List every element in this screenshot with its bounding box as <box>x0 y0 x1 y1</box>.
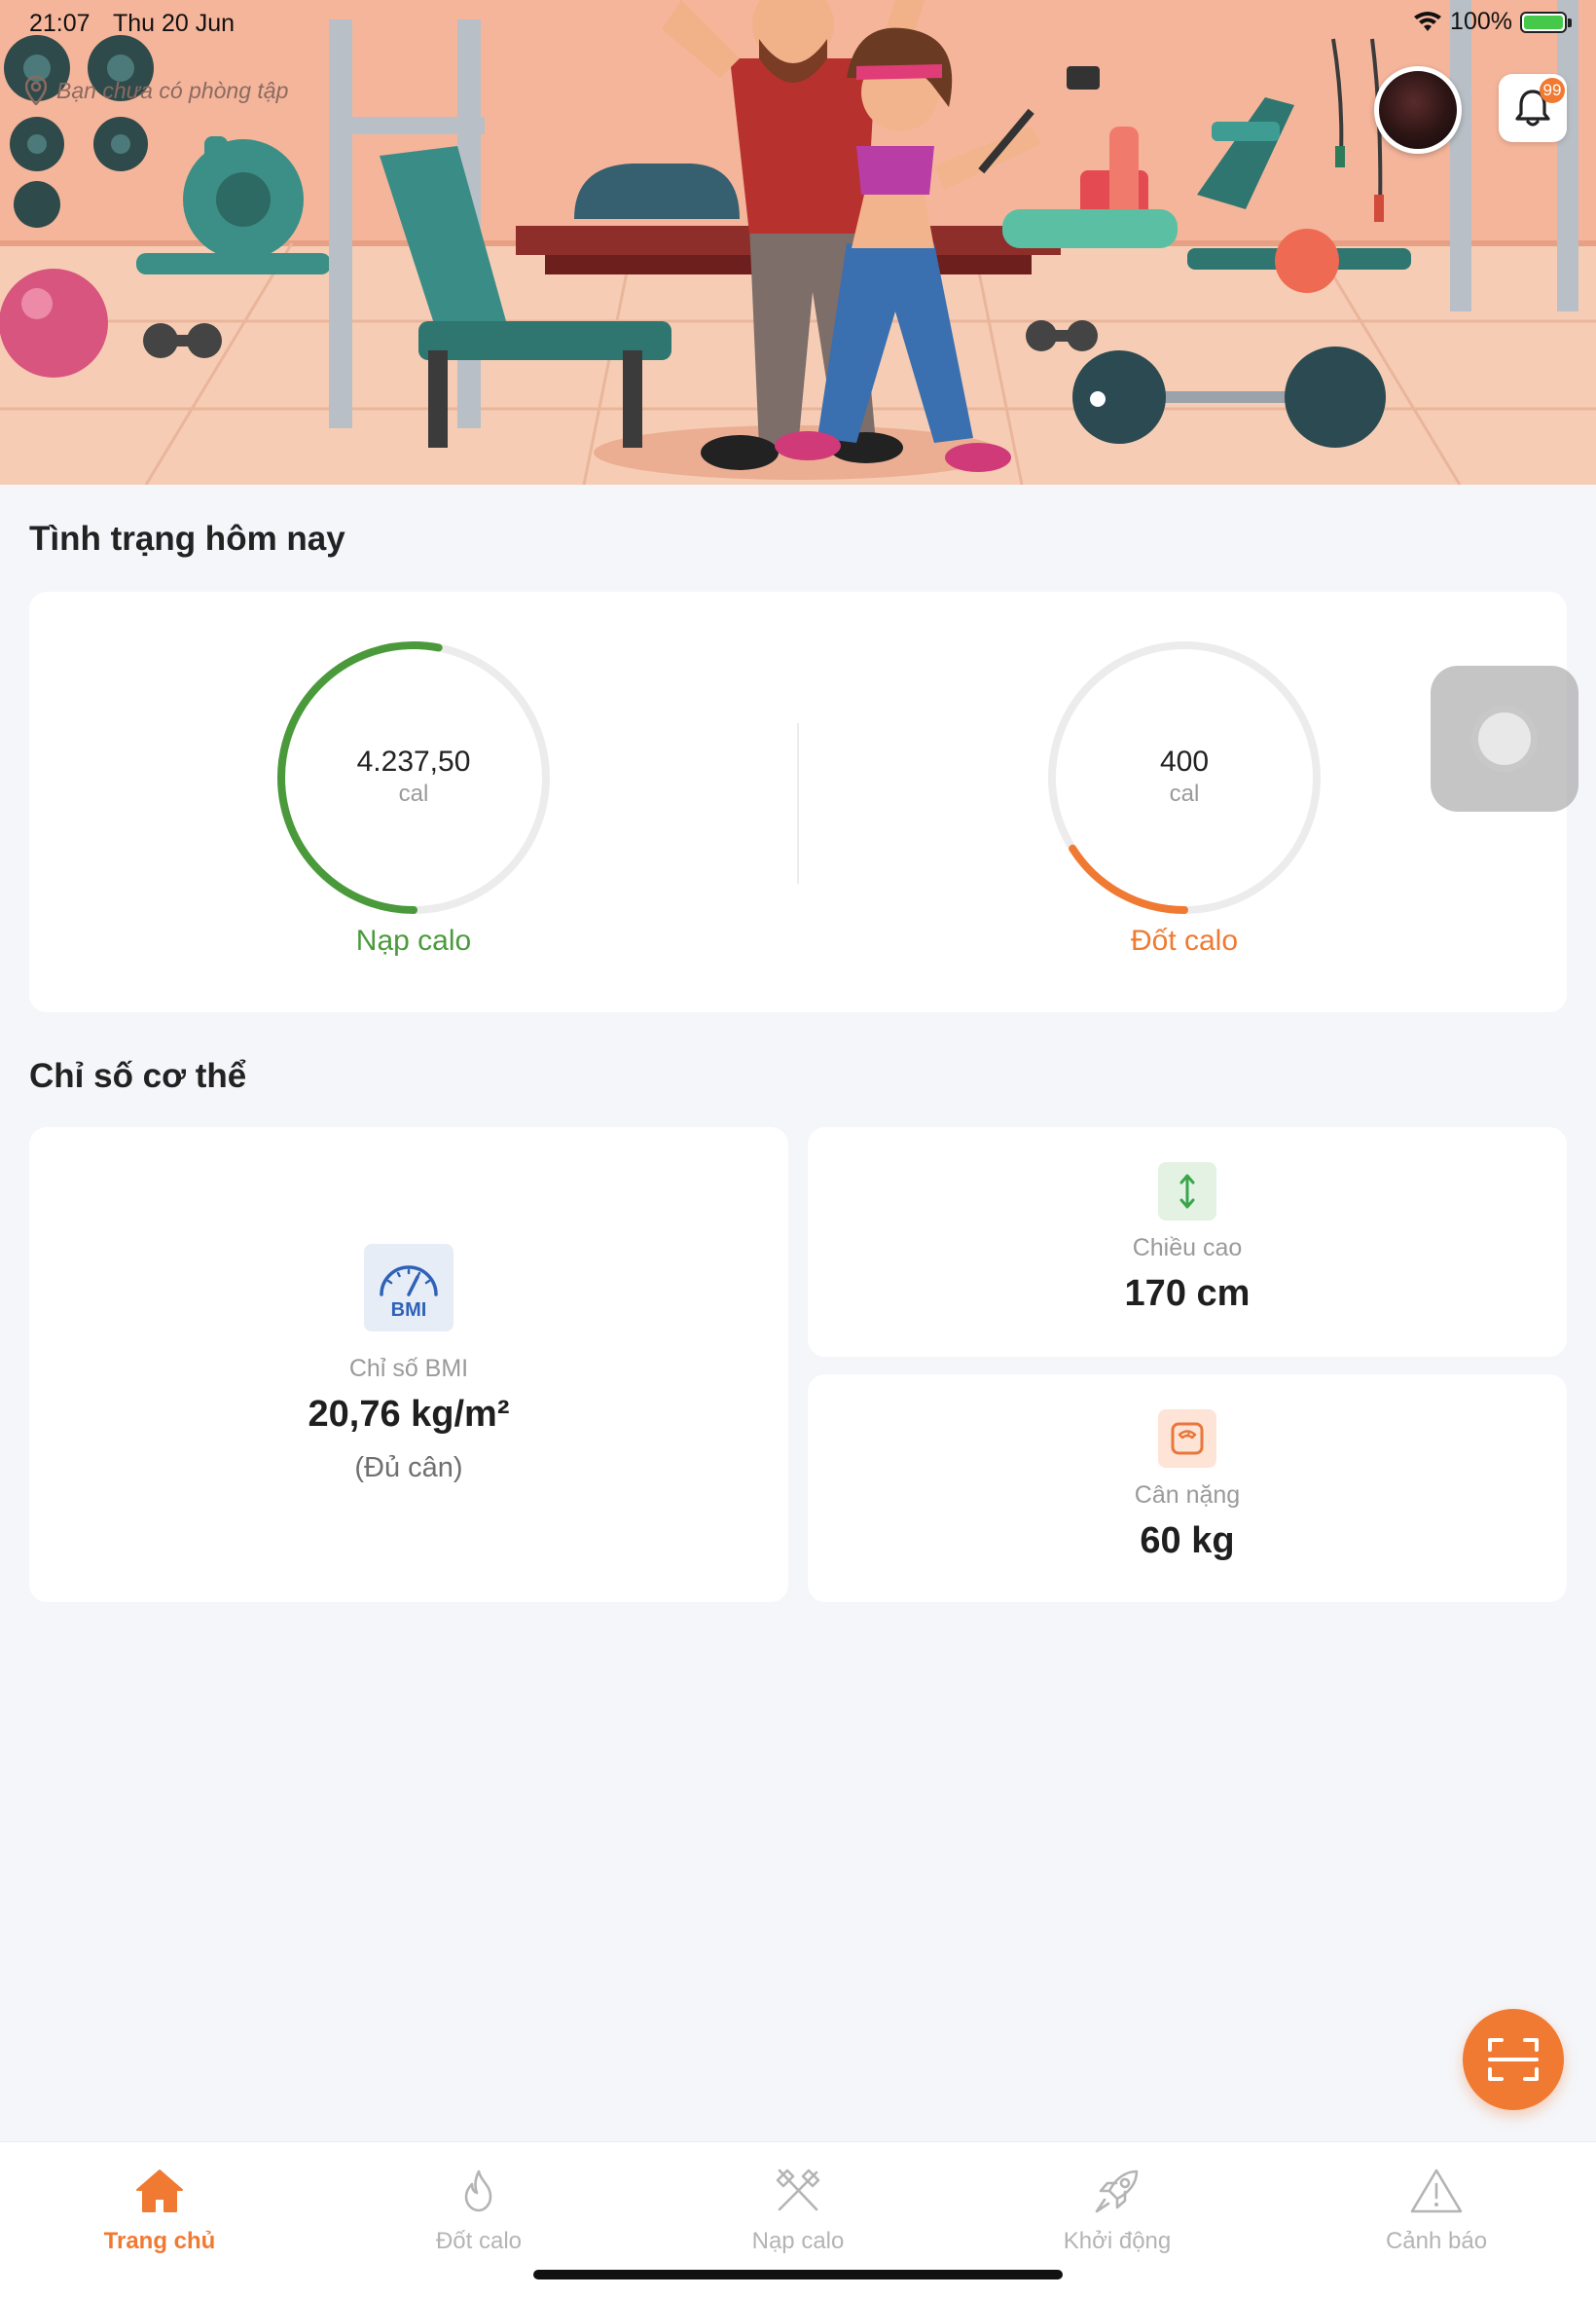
today-section-title: Tình trạng hôm nay <box>29 520 345 558</box>
nav-item-intake[interactable]: Nạp calo <box>638 2162 958 2255</box>
body-section-title: Chỉ số cơ thể <box>29 1057 247 1095</box>
today-status-card: 4.237,50 cal Nạp calo 400 cal Đốt calo <box>29 592 1567 1012</box>
height-card[interactable]: Chiều cao 170 cm <box>808 1127 1567 1357</box>
burn-value: 400 <box>1159 746 1210 778</box>
today-divider <box>797 723 799 884</box>
avatar[interactable] <box>1374 66 1462 154</box>
bmi-icon-text: BMI <box>391 1299 427 1320</box>
nav-label-burn: Đốt calo <box>435 2228 523 2254</box>
battery-percent: 100% <box>1450 8 1512 35</box>
rocket-icon <box>1095 2169 1139 2213</box>
notification-badge: 99 <box>1540 78 1565 103</box>
home-indicator[interactable] <box>533 2270 1063 2279</box>
assistive-touch-button[interactable] <box>1431 666 1578 812</box>
burn-label: Đốt calo <box>1130 925 1239 957</box>
gym-location[interactable]: Bạn chưa có phòng tập <box>25 76 288 105</box>
intake-value: 4.237,50 <box>356 746 471 778</box>
nav-item-home[interactable]: Trang chủ <box>0 2162 319 2255</box>
wifi-icon <box>1414 11 1442 31</box>
nav-label-warmup: Khởi động <box>1063 2228 1172 2254</box>
nav-label-intake: Nạp calo <box>751 2228 845 2254</box>
intake-label: Nạp calo <box>355 925 472 957</box>
bmi-status: (Đủ cân) <box>354 1452 463 1483</box>
status-time: 21:07 <box>29 10 91 37</box>
burn-ring[interactable]: 400 cal <box>1045 638 1324 917</box>
weight-label: Cân nặng <box>1134 1481 1241 1509</box>
status-indicators: 100% <box>1413 8 1572 36</box>
burn-unit: cal <box>1169 781 1200 807</box>
weight-card[interactable]: Cân nặng 60 kg <box>808 1374 1567 1602</box>
assistive-touch-inner <box>1478 712 1531 765</box>
bmi-value: 20,76 kg/m² <box>308 1394 510 1435</box>
nav-item-burn[interactable]: Đốt calo <box>319 2162 638 2255</box>
hero-banner: 21:07 Thu 20 Jun 100% Bạn chưa có phòng … <box>0 0 1596 485</box>
intake-unit: cal <box>398 781 429 807</box>
intake-ring[interactable]: 4.237,50 cal <box>274 638 553 917</box>
status-date: Thu 20 Jun <box>113 10 236 37</box>
nav-item-warmup[interactable]: Khởi động <box>958 2162 1277 2255</box>
bmi-card[interactable]: BMI Chỉ số BMI 20,76 kg/m² (Đủ cân) <box>29 1127 788 1602</box>
notification-button[interactable]: 99 <box>1499 74 1567 142</box>
status-bar: 21:07 Thu 20 Jun 100% <box>0 0 1596 47</box>
nav-item-warning[interactable]: Cảnh báo <box>1277 2162 1596 2255</box>
flame-icon <box>464 2169 492 2212</box>
battery-icon <box>1520 11 1572 33</box>
vertical-arrows-icon <box>1179 1174 1195 1209</box>
height-value: 170 cm <box>1124 1273 1251 1314</box>
nav-label-home: Trang chủ <box>103 2228 216 2254</box>
scan-icon <box>1488 2038 1539 2081</box>
scale-icon <box>1171 1422 1204 1455</box>
weight-icon <box>1158 1409 1216 1468</box>
scan-button[interactable] <box>1463 2009 1564 2110</box>
nav-label-warning: Cảnh báo <box>1385 2228 1488 2254</box>
warning-icon <box>1410 2169 1463 2213</box>
height-label: Chiều cao <box>1132 1234 1243 1261</box>
weight-value: 60 kg <box>1140 1520 1235 1561</box>
gym-illustration <box>0 0 1596 485</box>
gym-location-text: Bạn chưa có phòng tập <box>56 77 289 103</box>
bmi-icon: BMI <box>364 1244 453 1331</box>
fork-knife-icon <box>776 2169 820 2211</box>
location-pin-icon <box>25 76 47 105</box>
gauge-icon: BMI <box>380 1265 438 1320</box>
bmi-label: Chỉ số BMI <box>348 1355 469 1382</box>
height-icon <box>1158 1162 1216 1221</box>
home-icon <box>136 2169 183 2212</box>
